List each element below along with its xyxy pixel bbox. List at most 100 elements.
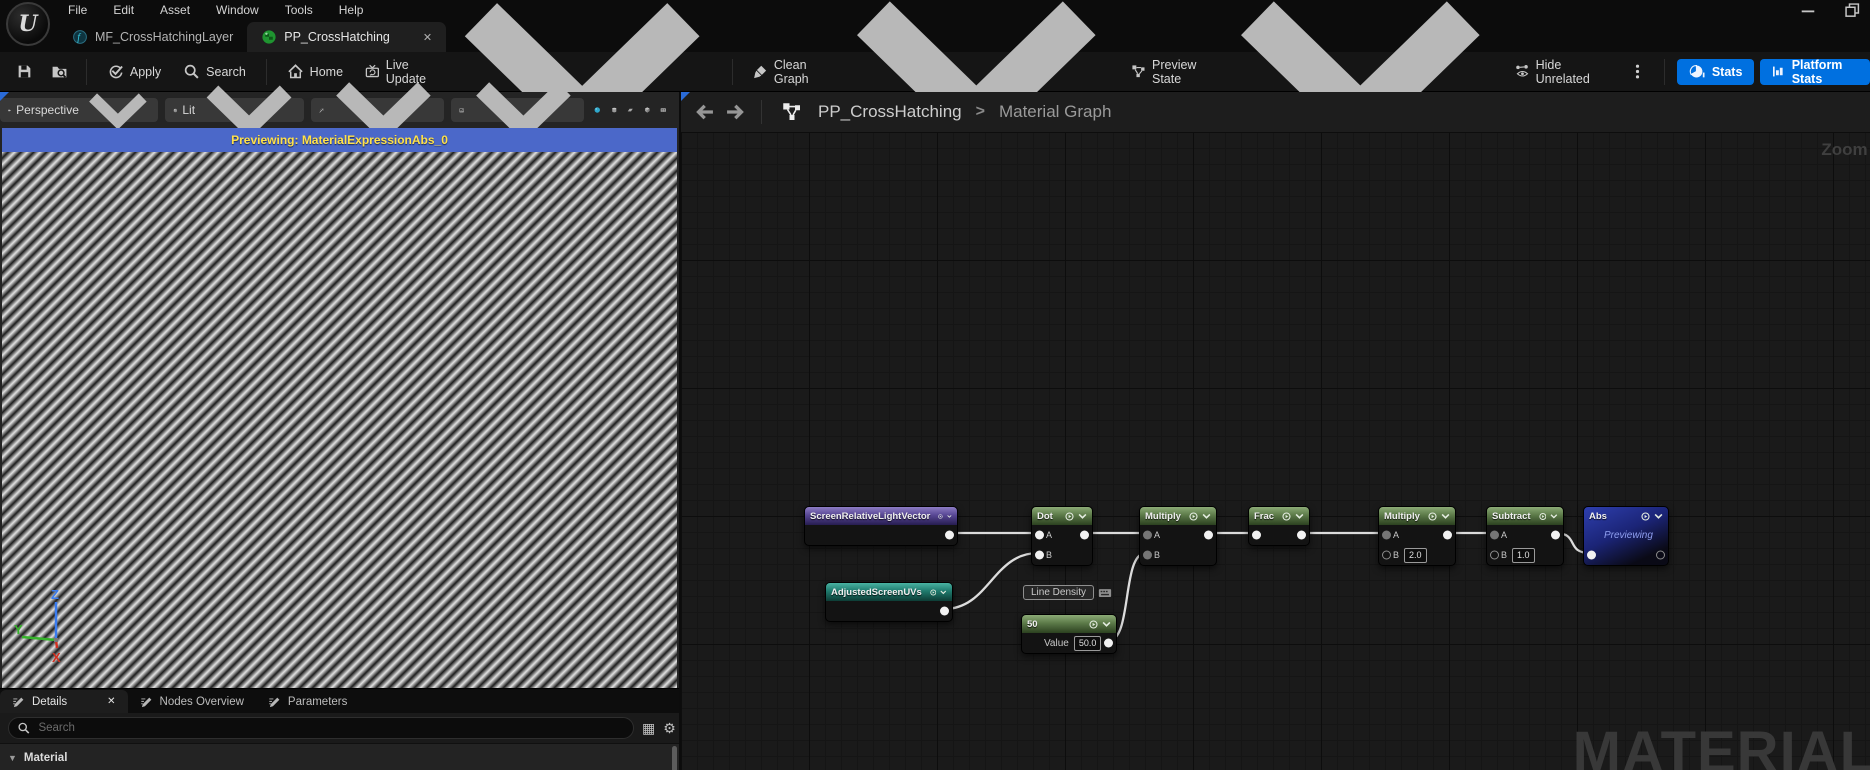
- material-section-header[interactable]: ▼ Material: [0, 743, 679, 770]
- perspective-dropdown[interactable]: Perspective: [0, 93, 158, 130]
- lit-mode-dropdown[interactable]: Lit: [164, 85, 305, 139]
- graph-canvas[interactable]: Zoom - MATERIAL Line Density ScreenRelat…: [681, 132, 1870, 770]
- menu-tools[interactable]: Tools: [285, 3, 313, 17]
- menu-window[interactable]: Window: [216, 3, 259, 17]
- node-subtract[interactable]: Subtract A B 1.0: [1486, 506, 1564, 566]
- node-multiply-2[interactable]: Multiply A B 2.0: [1378, 506, 1456, 566]
- node-preview-toggle-icon[interactable]: [1538, 512, 1547, 521]
- node-preview-toggle-icon[interactable]: [930, 588, 937, 597]
- details-search-input[interactable]: [36, 721, 625, 735]
- restore-icon[interactable]: [1844, 2, 1860, 18]
- output-pin[interactable]: [1204, 530, 1213, 540]
- node-abs[interactable]: Abs Previewing: [1583, 506, 1669, 566]
- navigate-forward-icon[interactable]: [725, 101, 747, 123]
- node-preview-toggle-icon[interactable]: [1641, 511, 1650, 521]
- input-pin[interactable]: [1490, 550, 1499, 560]
- browse-to-asset-button[interactable]: [45, 58, 74, 86]
- breadcrumb-asset[interactable]: PP_CrossHatching: [818, 102, 962, 122]
- close-tab-icon[interactable]: ✕: [423, 31, 432, 44]
- preview-shape-cube-icon[interactable]: [644, 101, 651, 119]
- node-preview-toggle-icon[interactable]: [1282, 511, 1291, 521]
- display-filter-icon[interactable]: ▦: [642, 720, 655, 737]
- details-search-box[interactable]: [8, 717, 634, 739]
- input-pin[interactable]: [1252, 530, 1261, 540]
- value-input[interactable]: 2.0: [1404, 547, 1427, 563]
- value-input[interactable]: 50.0: [1073, 635, 1102, 651]
- node-preview-toggle-icon[interactable]: [1189, 511, 1198, 521]
- preview-state-button[interactable]: Preview State: [1123, 1, 1501, 152]
- navigate-back-icon[interactable]: [693, 101, 715, 123]
- input-pin[interactable]: [1143, 530, 1152, 540]
- output-pin[interactable]: [1297, 530, 1306, 540]
- asset-tab-mf-crosshatchinglayer[interactable]: f MF_CrossHatchingLayer: [58, 22, 247, 52]
- node-screen-relative-light-vector[interactable]: ScreenRelativeLightVector: [804, 506, 958, 546]
- platform-stats-button[interactable]: Platform Stats: [1760, 58, 1870, 86]
- node-collapse-icon[interactable]: [1202, 512, 1211, 521]
- node-preview-toggle-icon[interactable]: [1089, 619, 1098, 629]
- node-collapse-icon[interactable]: [940, 588, 947, 597]
- details-scrollbar[interactable]: [672, 746, 677, 770]
- node-multiply-1[interactable]: Multiply A B: [1139, 506, 1217, 566]
- hide-unrelated-button[interactable]: Hide Unrelated: [1507, 58, 1617, 86]
- input-pin[interactable]: [1035, 550, 1044, 560]
- value-label: Value: [1044, 637, 1069, 649]
- asset-tab-pp-crosshatching[interactable]: PP_CrossHatching ✕: [247, 22, 447, 52]
- menu-file[interactable]: File: [68, 3, 87, 17]
- output-pin[interactable]: [1656, 550, 1665, 560]
- unreal-engine-logo-icon[interactable]: U: [6, 2, 50, 46]
- output-pin[interactable]: [940, 606, 949, 616]
- preview-shape-sphere-icon[interactable]: [594, 101, 601, 119]
- pencil-icon: [12, 695, 26, 709]
- node-collapse-icon[interactable]: [1441, 512, 1450, 521]
- clean-graph-button[interactable]: Clean Graph: [745, 1, 1117, 152]
- node-collapse-icon[interactable]: [1654, 512, 1663, 521]
- output-pin[interactable]: [1551, 530, 1560, 540]
- node-preview-toggle-icon[interactable]: [1065, 511, 1074, 521]
- node-adjusted-screen-uvs[interactable]: AdjustedScreenUVs: [825, 582, 953, 622]
- line-density-param-label[interactable]: Line Density: [1023, 585, 1112, 600]
- input-pin[interactable]: [1490, 530, 1499, 540]
- node-preview-toggle-icon[interactable]: [1428, 511, 1437, 521]
- node-collapse-icon[interactable]: [1295, 512, 1304, 521]
- minimize-icon[interactable]: [1800, 2, 1816, 18]
- node-collapse-icon[interactable]: [1102, 620, 1111, 629]
- menu-asset[interactable]: Asset: [160, 3, 190, 17]
- material-preview[interactable]: Z Y X: [2, 152, 677, 770]
- input-pin[interactable]: [1382, 530, 1391, 540]
- details-tab-parameters[interactable]: Parameters: [256, 690, 359, 713]
- output-pin[interactable]: [1080, 530, 1089, 540]
- node-collapse-icon[interactable]: [947, 512, 952, 521]
- details-tab-nodes-overview[interactable]: Nodes Overview: [128, 690, 256, 713]
- node-param-50[interactable]: 50 Value 50.0: [1021, 614, 1117, 654]
- value-input[interactable]: 1.0: [1512, 547, 1535, 563]
- menu-edit[interactable]: Edit: [113, 3, 134, 17]
- node-frac[interactable]: Frac: [1248, 506, 1310, 546]
- details-tab-details[interactable]: Details ✕: [0, 690, 128, 713]
- input-pin[interactable]: [1382, 550, 1391, 560]
- node-preview-toggle-icon[interactable]: [938, 512, 943, 521]
- input-pin[interactable]: [1035, 530, 1044, 540]
- close-tab-icon[interactable]: ✕: [107, 696, 115, 707]
- show-flags-dropdown[interactable]: [311, 82, 445, 142]
- preview-scene-dropdown[interactable]: [451, 82, 585, 142]
- node-collapse-icon[interactable]: [1078, 512, 1087, 521]
- settings-gear-icon[interactable]: ⚙: [663, 720, 676, 737]
- node-dot[interactable]: Dot A B: [1031, 506, 1093, 566]
- output-pin[interactable]: [945, 530, 954, 540]
- preview-shape-teapot-icon[interactable]: [660, 101, 667, 119]
- stats-button[interactable]: Stats: [1676, 58, 1755, 85]
- output-pin[interactable]: [1104, 638, 1113, 648]
- apply-button[interactable]: Apply: [99, 58, 169, 86]
- wire-1[interactable]: [942, 551, 1040, 611]
- preview-shape-plane-icon[interactable]: [627, 101, 634, 119]
- preview-shape-cylinder-icon[interactable]: [611, 101, 618, 119]
- breadcrumb-page[interactable]: Material Graph: [999, 102, 1111, 122]
- output-pin[interactable]: [1443, 530, 1452, 540]
- more-options-button[interactable]: [1623, 58, 1652, 86]
- node-collapse-icon[interactable]: [1550, 512, 1558, 521]
- input-pin[interactable]: [1143, 550, 1152, 560]
- menu-help[interactable]: Help: [339, 3, 364, 17]
- input-pin[interactable]: [1587, 550, 1596, 560]
- save-button[interactable]: [10, 58, 39, 86]
- material-graph-panel: PP_CrossHatching > Material Graph Zoom -…: [681, 92, 1870, 770]
